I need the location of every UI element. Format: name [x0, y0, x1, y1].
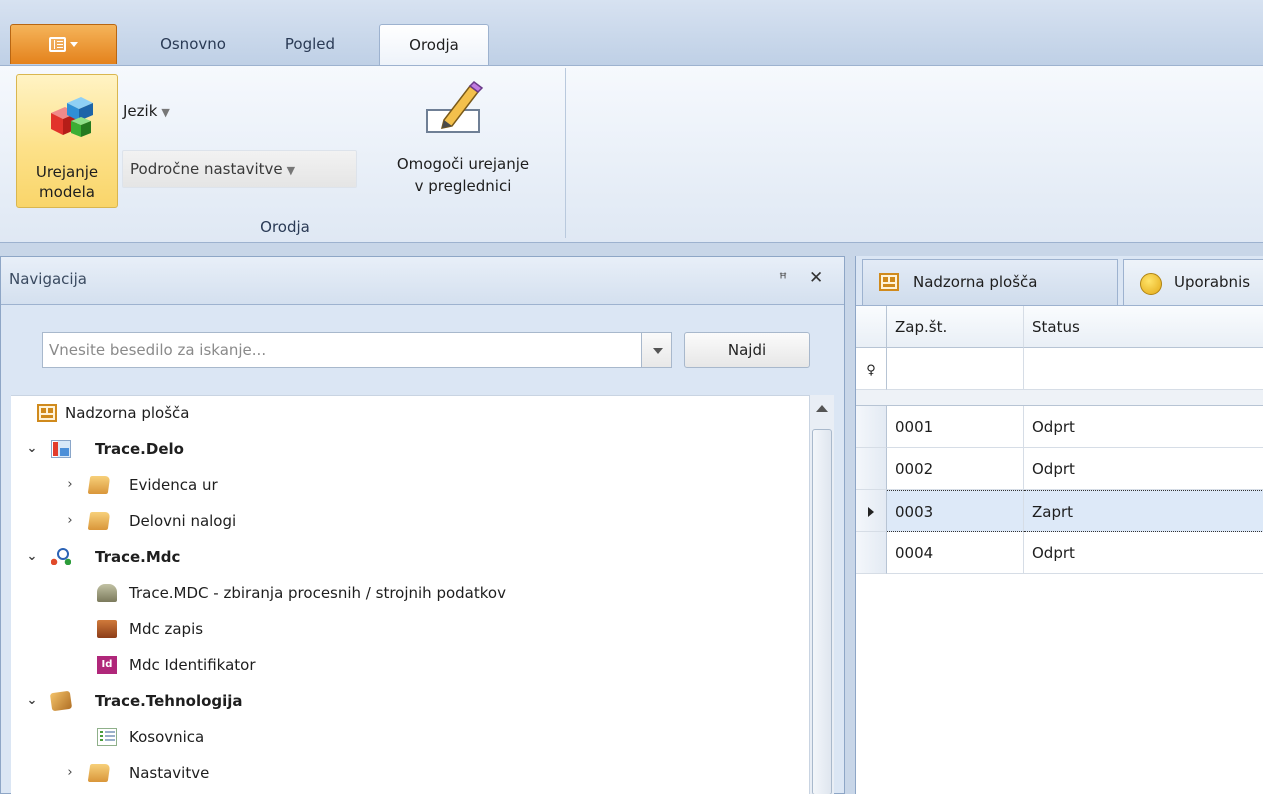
search-input[interactable] [42, 332, 641, 368]
row-indicator [856, 532, 887, 574]
application-menu-icon [49, 37, 66, 52]
model-editing-label-line2: modela [39, 183, 95, 201]
chevron-down-icon [70, 42, 78, 47]
column-header-zap-st[interactable]: Zap.št. [887, 306, 1024, 348]
table-row[interactable]: 0004 Odprt [856, 532, 1263, 574]
cell-status[interactable]: Zaprt [1024, 490, 1263, 532]
tab-pogled[interactable]: Pogled [268, 24, 352, 65]
collapse-chevron-icon[interactable]: ⌄ [25, 542, 39, 572]
chevron-down-icon: ▼ [286, 164, 296, 177]
cubes-icon [49, 690, 73, 712]
model-editing-label-line1: Urejanje [35, 163, 99, 181]
tree-scrollbar[interactable] [809, 395, 834, 794]
list-icon [97, 728, 117, 746]
dashboard-icon [879, 273, 899, 291]
tab-osnovno[interactable]: Osnovno [135, 24, 251, 65]
folder-icon [87, 512, 111, 530]
cell-zap-st[interactable]: 0004 [887, 532, 1024, 574]
filter-cell-status[interactable] [1024, 348, 1263, 390]
filter-pin-icon: ♀ [866, 363, 876, 378]
search-history-dropdown[interactable] [641, 332, 672, 368]
document-pane: Nadzorna plošča Uporabnis Zap.št. Status… [855, 256, 1263, 794]
row-indicator [856, 448, 887, 490]
column-header-status[interactable]: Status [1024, 306, 1263, 348]
table-row[interactable]: 0002 Odprt [856, 448, 1263, 490]
network-icon [51, 548, 71, 566]
filter-cell-zap-st[interactable] [887, 348, 1024, 390]
collapse-chevron-icon[interactable]: ⌄ [25, 686, 39, 716]
table-row[interactable]: 0001 Odprt [856, 406, 1263, 448]
enable-editing-label-line2: v preglednici [414, 177, 512, 195]
current-row-arrow-icon [868, 506, 874, 517]
table-row-selected[interactable]: 0003 Zaprt [856, 490, 1263, 532]
cell-status[interactable]: Odprt [1024, 532, 1263, 574]
navigation-panel-header: Navigacija ꟸ ✕ [1, 257, 844, 305]
scrollbar-thumb[interactable] [812, 429, 832, 794]
close-icon[interactable]: ✕ [809, 268, 823, 288]
tab-orodja[interactable]: Orodja [379, 24, 489, 65]
chevron-down-icon: ▼ [161, 106, 170, 119]
regional-settings-label: Področne nastavitve [130, 160, 283, 178]
filter-row-indicator: ♀ [856, 348, 887, 390]
document-tab-strip: Nadzorna plošča Uporabnis [856, 256, 1263, 306]
tab-nadzorna-plosca[interactable]: Nadzorna plošča [862, 259, 1118, 305]
expand-chevron-icon[interactable]: › [63, 758, 77, 788]
expand-chevron-icon[interactable]: › [63, 506, 77, 536]
tab-uporabniki[interactable]: Uporabnis [1123, 259, 1263, 305]
pencil-edit-icon [426, 81, 484, 133]
grid-header-row: Zap.št. Status [856, 306, 1263, 348]
collapse-chevron-icon[interactable]: ⌄ [25, 434, 39, 464]
cell-zap-st[interactable]: 0001 [887, 406, 1024, 448]
application-menu-button[interactable] [10, 24, 117, 64]
chart-icon [51, 440, 71, 458]
tab-nadzorna-plosca-label: Nadzorna plošča [913, 273, 1038, 291]
expand-chevron-icon[interactable]: › [63, 470, 77, 500]
regional-settings-dropdown-button[interactable]: Področne nastavitve ▼ [122, 150, 357, 188]
enable-editing-label-line1: Omogoči urejanje [396, 155, 530, 173]
scroll-up-arrow-icon[interactable] [816, 405, 828, 412]
grid-separator [856, 390, 1263, 406]
navigation-panel-title: Navigacija [9, 270, 87, 288]
machine-icon [97, 584, 117, 602]
cell-status[interactable]: Odprt [1024, 448, 1263, 490]
cell-zap-st[interactable]: 0002 [887, 448, 1024, 490]
row-indicator-header [856, 306, 887, 348]
tab-uporabniki-label: Uporabnis [1174, 273, 1251, 291]
language-dropdown-button[interactable]: Jezik ▼ [123, 102, 170, 126]
id-icon: Id [97, 656, 117, 674]
folder-icon [87, 764, 111, 782]
navigation-panel: Navigacija ꟸ ✕ Najdi Nadzorna plošča ⌄ T… [0, 256, 845, 794]
auto-filter-row: ♀ [856, 348, 1263, 390]
dashboard-icon [37, 404, 57, 422]
row-indicator [856, 406, 887, 448]
ribbon-panel: Urejanje modela Jezik ▼ Področne nastavit… [0, 65, 1263, 289]
row-indicator [856, 490, 887, 532]
colored-cubes-icon [51, 97, 93, 137]
navigation-tree[interactable]: Nadzorna plošča ⌄ Trace.Delo › Evidenca … [11, 395, 809, 794]
cell-zap-st[interactable]: 0003 [887, 490, 1024, 532]
ribbon-group-label: Orodja [260, 218, 310, 236]
cell-status[interactable]: Odprt [1024, 406, 1263, 448]
enable-grid-editing-button[interactable]: Omogoči urejanje v preglednici [366, 78, 560, 208]
folder-icon [87, 476, 111, 494]
box-icon [97, 620, 117, 638]
ribbon-tab-strip: Osnovno Pogled Orodja [0, 0, 1263, 65]
model-editing-button[interactable]: Urejanje modela [16, 74, 118, 208]
ribbon-group-separator [565, 68, 566, 238]
smiley-mask-icon [1140, 273, 1162, 295]
pin-icon[interactable]: ꟸ [779, 271, 787, 287]
find-button[interactable]: Najdi [684, 332, 810, 368]
language-label: Jezik [123, 102, 158, 120]
